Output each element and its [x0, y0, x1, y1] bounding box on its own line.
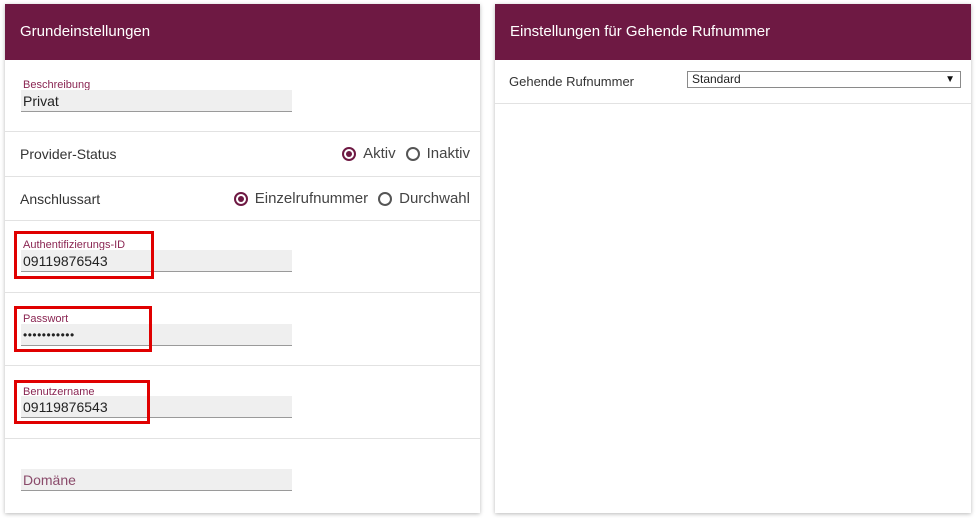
- auth-id-row: Authentifizierungs-ID 09119876543: [5, 221, 480, 293]
- auth-id-input[interactable]: 09119876543: [21, 250, 292, 272]
- outgoing-number-selected-value: Standard: [692, 72, 741, 86]
- einzelrufnummer-radio[interactable]: Einzelrufnummer: [233, 190, 369, 207]
- basic-settings-panel: Grundeinstellungen Beschreibung Privat P…: [5, 4, 480, 513]
- provider-status-row: Provider-Status Aktiv Inaktiv: [5, 132, 480, 177]
- connection-type-radio-group: Einzelrufnummer Durchwahl: [224, 190, 470, 207]
- radio-checked-icon: [233, 191, 248, 206]
- outgoing-number-row: Gehende Rufnummer Standard ▼: [495, 60, 971, 104]
- dropdown-arrow-icon: ▼: [945, 74, 955, 85]
- username-row: Benutzername 09119876543: [5, 366, 480, 439]
- description-input[interactable]: Privat: [21, 90, 292, 112]
- outgoing-number-header: Einstellungen für Gehende Rufnummer: [495, 4, 971, 60]
- password-row: Passwort •••••••••••: [5, 293, 480, 366]
- provider-status-inaktiv-radio[interactable]: Inaktiv: [405, 145, 470, 162]
- outgoing-number-panel: Einstellungen für Gehende Rufnummer Gehe…: [495, 4, 971, 513]
- radio-unchecked-icon: [405, 146, 420, 161]
- connection-type-label: Anschlussart: [20, 191, 101, 207]
- connection-type-row: Anschlussart Einzelrufnummer Durchwahl: [5, 177, 480, 221]
- provider-status-aktiv-radio[interactable]: Aktiv: [342, 145, 396, 162]
- einzelrufnummer-label: Einzelrufnummer: [254, 190, 369, 207]
- outgoing-number-label: Gehende Rufnummer: [509, 74, 635, 89]
- username-input[interactable]: 09119876543: [21, 396, 292, 418]
- basic-settings-header: Grundeinstellungen: [5, 4, 480, 60]
- outgoing-number-select[interactable]: Standard ▼: [687, 71, 961, 88]
- provider-status-label: Provider-Status: [20, 146, 117, 162]
- description-row: Beschreibung Privat: [5, 60, 480, 132]
- aktiv-label: Aktiv: [363, 145, 396, 162]
- durchwahl-label: Durchwahl: [399, 190, 470, 207]
- password-input[interactable]: •••••••••••: [21, 324, 292, 346]
- radio-unchecked-icon: [378, 191, 393, 206]
- inaktiv-label: Inaktiv: [426, 145, 470, 162]
- domain-input[interactable]: Domäne: [21, 469, 292, 491]
- radio-checked-icon: [342, 146, 357, 161]
- provider-status-radio-group: Aktiv Inaktiv: [332, 145, 470, 162]
- durchwahl-radio[interactable]: Durchwahl: [378, 190, 470, 207]
- domain-row: Domäne: [5, 439, 480, 513]
